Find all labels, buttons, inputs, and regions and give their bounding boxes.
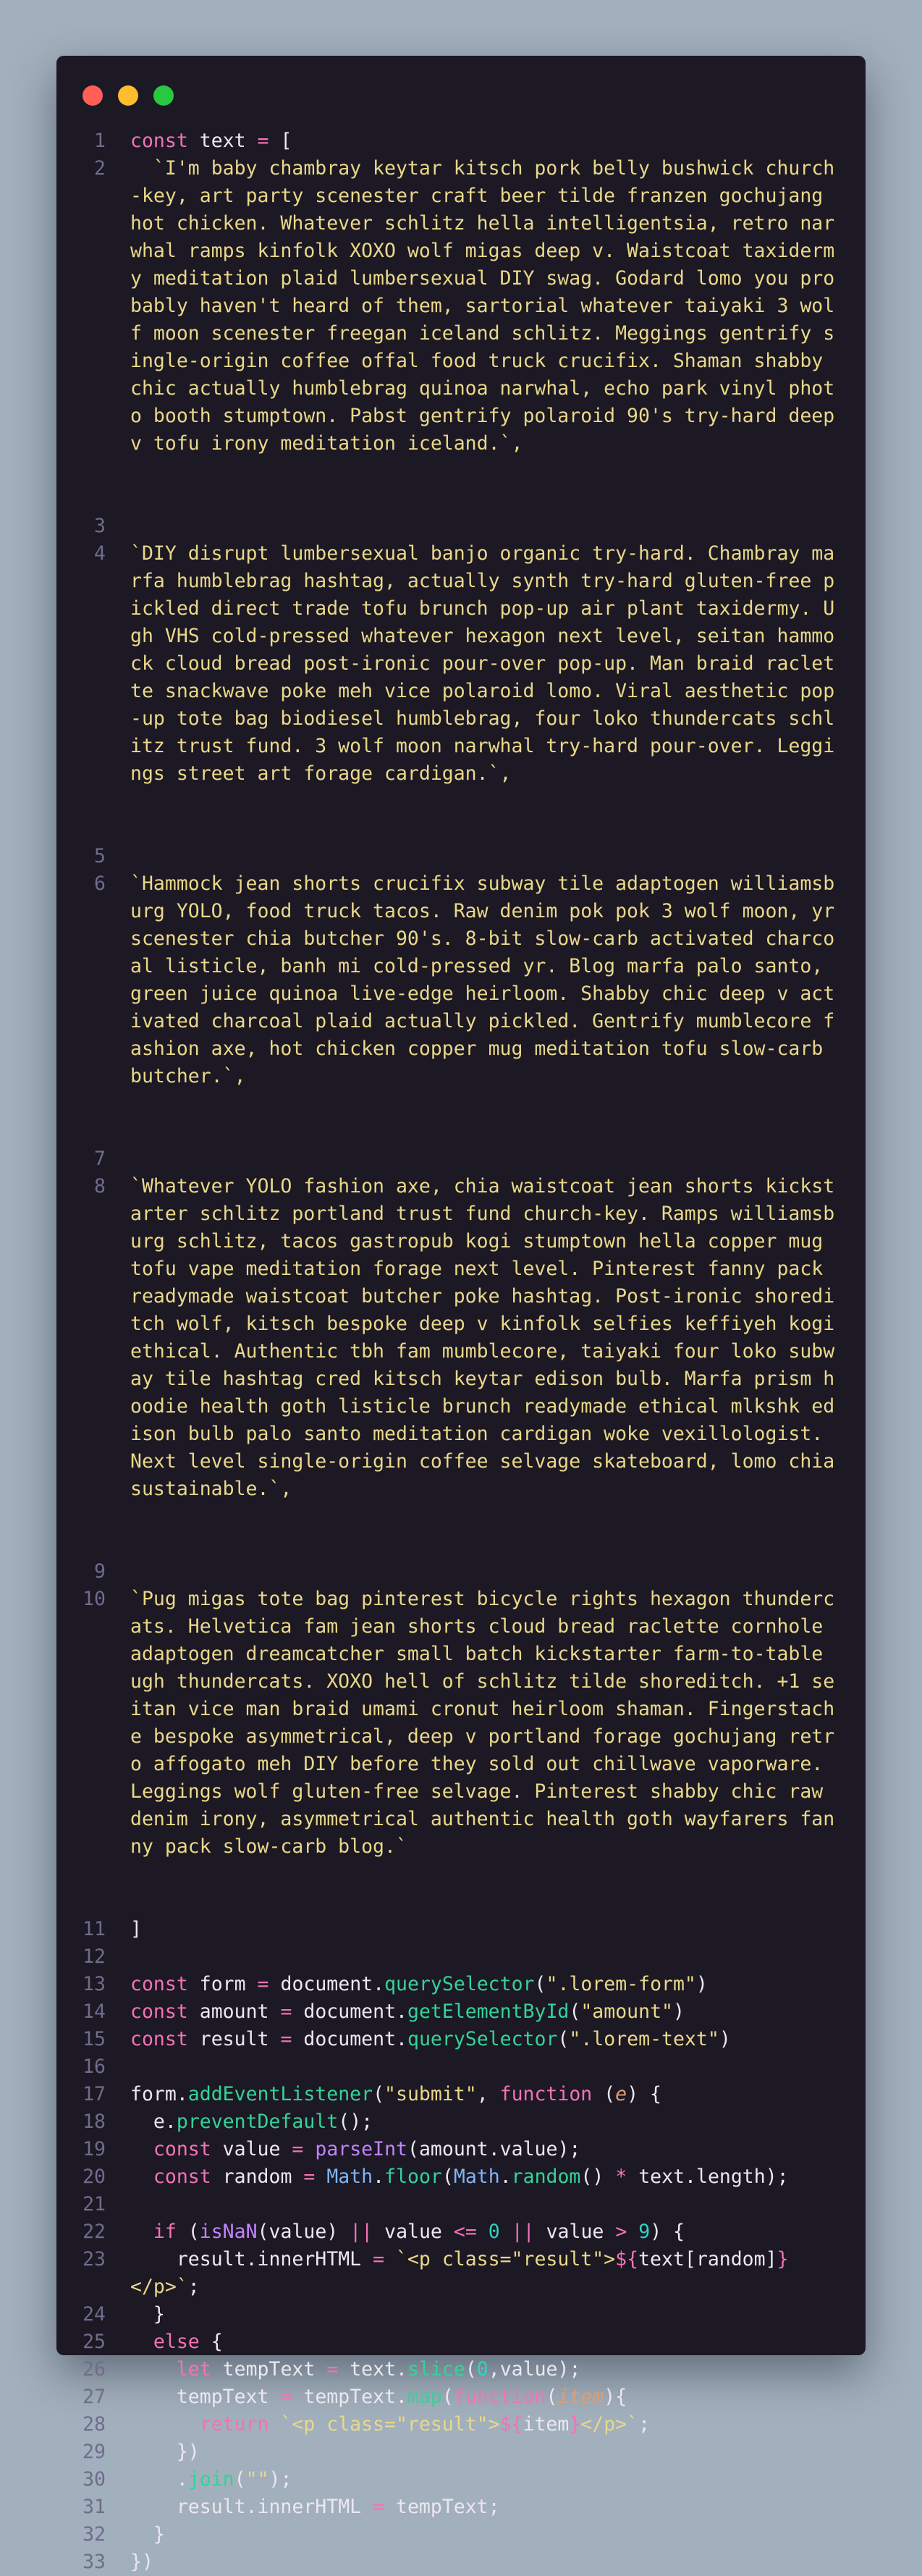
code-line: 25 else { xyxy=(83,2331,223,2353)
code-line: 10 `Pug migas tote bag pinterest bicycle … xyxy=(56,1586,866,1861)
code-line: 19 const value = parseInt(amount.value); xyxy=(83,2138,581,2160)
code-line: 33}) xyxy=(83,2551,153,2573)
code-line: 30 .join(""); xyxy=(83,2468,292,2491)
code-line: 13 const form = document.querySelector(".… xyxy=(83,1973,708,1995)
code-line: 1 const text = [ xyxy=(94,130,292,152)
code-line: 28 return `<p class="result">${item}</p>… xyxy=(83,2413,651,2436)
code-line: 7 xyxy=(94,1148,106,1170)
code-line: 3 xyxy=(94,515,106,537)
code-line: 21 xyxy=(83,2193,106,2215)
code-line: 27 tempText = tempText.map(function(item… xyxy=(83,2386,627,2408)
code-line: 17 form.addEventListener("submit", functi… xyxy=(83,2083,662,2105)
lorem-paragraph-5: `Pug migas tote bag pinterest bicycle ri… xyxy=(130,1588,835,1858)
code-line: 6 `Hammock jean shorts crucifix subway ti… xyxy=(56,870,866,1090)
code-line: 2 `I'm baby chambray keytar kitsch pork … xyxy=(56,155,866,458)
window-controls xyxy=(83,85,174,106)
code-line: 22 if (isNaN(value) || value <= 0 || val… xyxy=(83,2221,685,2243)
code-line: 23 result.innerHTML = `<p class="result"… xyxy=(83,2248,789,2298)
close-window-dot[interactable] xyxy=(83,85,103,106)
code-line: 11] xyxy=(83,1918,142,1940)
code-line: 9 xyxy=(94,1560,106,1583)
code-line: 18 e.preventDefault(); xyxy=(83,2110,373,2133)
code-line: 16 xyxy=(83,2055,106,2078)
lorem-paragraph-2: `DIY disrupt lumbersexual banjo organic … xyxy=(130,542,835,785)
code-line: 31 result.innerHTML = tempText; xyxy=(83,2496,500,2518)
code-line: 20 const random = Math.floor(Math.random… xyxy=(83,2165,789,2188)
code-line: 12 xyxy=(83,1945,106,1968)
lorem-paragraph-1: `I'm baby chambray keytar kitsch pork be… xyxy=(130,157,847,455)
code-line: 4 `DIY disrupt lumbersexual banjo organic… xyxy=(56,540,866,788)
maximize-window-dot[interactable] xyxy=(153,85,174,106)
code-line: 8 `Whatever YOLO fashion axe, chia waistc… xyxy=(56,1173,866,1503)
code-block: 1 const text = [ 2 `I'm baby chambray key… xyxy=(56,127,866,2576)
code-line: 29 }) xyxy=(83,2441,200,2463)
minimize-window-dot[interactable] xyxy=(118,85,138,106)
code-line: 32 } xyxy=(83,2523,165,2546)
code-line: 24 } xyxy=(83,2303,165,2325)
code-line: 26 let tempText = text.slice(0,value); xyxy=(83,2358,581,2381)
lorem-paragraph-4: `Whatever YOLO fashion axe, chia waistco… xyxy=(130,1175,847,1500)
code-editor-window: 1 const text = [ 2 `I'm baby chambray key… xyxy=(56,56,866,2573)
lorem-paragraph-3: `Hammock jean shorts crucifix subway til… xyxy=(130,872,847,1087)
code-line: 15 const result = document.querySelector(… xyxy=(83,2028,731,2050)
code-line: 5 xyxy=(94,845,106,867)
code-line: 14 const amount = document.getElementById… xyxy=(83,2000,685,2023)
